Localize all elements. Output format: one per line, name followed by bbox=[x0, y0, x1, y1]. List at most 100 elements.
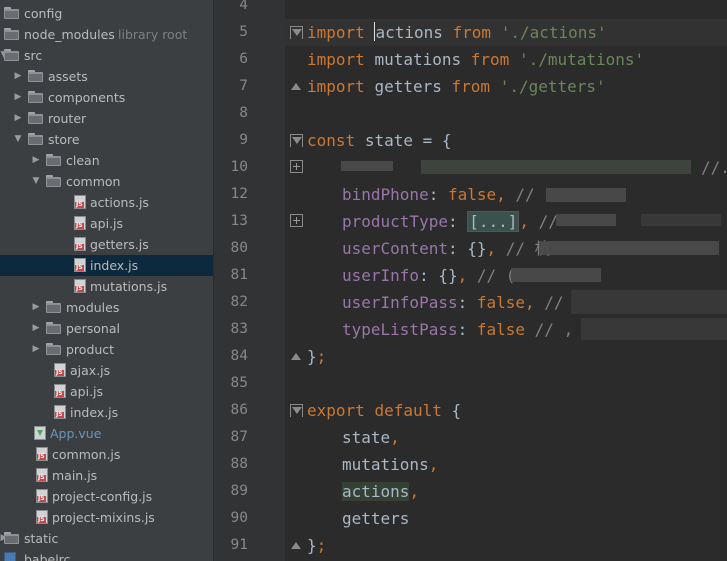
code-line-7[interactable]: import getters from './getters' bbox=[307, 73, 606, 100]
code-line-87[interactable]: state, bbox=[342, 424, 400, 451]
identifier: mutations bbox=[342, 455, 429, 474]
code-line-10[interactable]: //. bbox=[701, 154, 727, 181]
folder-icon bbox=[46, 322, 61, 334]
tree-item-product[interactable]: ▶ product bbox=[0, 339, 213, 360]
tree-item-static[interactable]: ▶static bbox=[0, 528, 213, 549]
code-line-9[interactable]: const state = { bbox=[307, 127, 452, 154]
tree-item-label: index.js bbox=[90, 258, 139, 273]
code-line-5[interactable]: import actions from './actions' bbox=[307, 19, 607, 46]
chevron-right-icon[interactable]: ▶ bbox=[30, 318, 42, 339]
tree-item-app-vue[interactable]: App.vue bbox=[0, 423, 213, 444]
line-number: 80 bbox=[230, 240, 248, 256]
tree-item-label: ajax.js bbox=[70, 363, 111, 378]
line-number: 4 bbox=[239, 0, 248, 13]
punctuation: : bbox=[447, 239, 468, 258]
tree-item-label: main.js bbox=[52, 468, 98, 483]
tree-item-label: index.js bbox=[70, 405, 119, 420]
fold-marker-icon[interactable] bbox=[290, 350, 303, 363]
code-line-12[interactable]: bindPhone: false, // bbox=[342, 181, 535, 208]
tree-item-label: personal bbox=[66, 321, 120, 336]
expand-fold-icon[interactable] bbox=[290, 214, 303, 227]
keyword: from bbox=[470, 50, 510, 69]
chevron-right-icon[interactable]: ▶ bbox=[12, 66, 24, 87]
js-file-icon bbox=[74, 279, 86, 293]
tree-item-config[interactable]: config bbox=[0, 3, 213, 24]
folder-icon bbox=[46, 301, 61, 313]
redacted-text bbox=[571, 290, 727, 314]
tree-item-project-config-js[interactable]: project-config.js bbox=[0, 486, 213, 507]
tree-item-clean[interactable]: ▶ clean bbox=[0, 150, 213, 171]
keyword: from bbox=[451, 77, 491, 96]
tree-item-ajax-js[interactable]: ajax.js bbox=[0, 360, 213, 381]
punctuation: ; bbox=[316, 347, 327, 366]
tree-item-api-js[interactable]: api.js bbox=[0, 213, 213, 234]
fold-marker-icon[interactable] bbox=[290, 80, 303, 93]
tree-item-common[interactable]: ▼ common bbox=[0, 171, 213, 192]
tree-item-index-js[interactable]: index.js bbox=[0, 255, 213, 276]
tree-item--babelrc[interactable]: .babelrc bbox=[0, 549, 213, 561]
tree-item-label: components bbox=[48, 90, 126, 105]
code-editor[interactable]: import actions from './actions' import m… bbox=[281, 0, 727, 561]
chevron-down-icon[interactable]: ▼ bbox=[30, 171, 42, 192]
tree-item-label: App.vue bbox=[50, 426, 102, 441]
code-line-81[interactable]: userInfo: {}, // ( bbox=[342, 262, 515, 289]
line-number: 8 bbox=[239, 105, 248, 121]
tree-item-personal[interactable]: ▶ personal bbox=[0, 318, 213, 339]
chevron-right-icon[interactable]: ▶ bbox=[12, 108, 24, 129]
js-file-icon bbox=[74, 216, 86, 230]
folder-icon bbox=[4, 7, 19, 19]
chevron-right-icon[interactable]: ▶ bbox=[12, 87, 24, 108]
punctuation: , bbox=[486, 239, 506, 258]
tree-item-components[interactable]: ▶ components bbox=[0, 87, 213, 108]
punctuation bbox=[525, 320, 535, 339]
tree-item-project-mixins-js[interactable]: project-mixins.js bbox=[0, 507, 213, 528]
chevron-right-icon[interactable]: ▶ bbox=[30, 297, 42, 318]
redacted-text bbox=[539, 241, 719, 255]
chevron-right-icon[interactable]: ▶ bbox=[30, 150, 42, 171]
tree-item-modules[interactable]: ▶ modules bbox=[0, 297, 213, 318]
expand-fold-icon[interactable] bbox=[290, 160, 303, 173]
fold-marker-icon[interactable] bbox=[290, 26, 303, 39]
tree-item-getters-js[interactable]: getters.js bbox=[0, 234, 213, 255]
fold-marker-icon[interactable] bbox=[290, 404, 303, 417]
tree-item-label: product bbox=[66, 342, 115, 357]
code-line-80[interactable]: userContent: {}, // 杭 bbox=[342, 235, 551, 262]
code-line-6[interactable]: import mutations from './mutations' bbox=[307, 46, 644, 73]
tree-item-store[interactable]: ▼ store bbox=[0, 129, 213, 150]
tree-item-api-js[interactable]: api.js bbox=[0, 381, 213, 402]
code-line-89[interactable]: actions, bbox=[342, 478, 419, 505]
fold-marker-icon[interactable] bbox=[290, 134, 303, 147]
collapsed-region[interactable]: [...] bbox=[467, 211, 520, 232]
object-literal: {} bbox=[467, 239, 487, 258]
chevron-down-icon[interactable]: ▼ bbox=[12, 129, 24, 150]
code-line-82[interactable]: userInfoPass: false, // bbox=[342, 289, 564, 316]
code-line-13[interactable]: productType: [...], // bbox=[342, 208, 558, 235]
js-file-icon bbox=[36, 468, 48, 482]
tree-item-main-js[interactable]: main.js bbox=[0, 465, 213, 486]
tree-item-src[interactable]: ▼src bbox=[0, 45, 213, 66]
code-line-91[interactable]: }; bbox=[307, 532, 326, 559]
tree-item-mutations-js[interactable]: mutations.js bbox=[0, 276, 213, 297]
folder-icon bbox=[28, 70, 43, 82]
folder-icon bbox=[28, 112, 43, 124]
code-line-90[interactable]: getters bbox=[342, 505, 409, 532]
project-tree-panel: confignode_moduleslibrary root▼src▶asset… bbox=[0, 0, 213, 561]
tree-item-router[interactable]: ▶ router bbox=[0, 108, 213, 129]
punctuation: , bbox=[519, 212, 539, 231]
property-name: bindPhone bbox=[342, 185, 429, 204]
code-line-86[interactable]: export default { bbox=[307, 397, 461, 424]
line-number: 82 bbox=[230, 294, 248, 310]
chevron-right-icon[interactable]: ▶ bbox=[30, 339, 42, 360]
code-line-84[interactable]: }; bbox=[307, 343, 326, 370]
tree-item-common-js[interactable]: common.js bbox=[0, 444, 213, 465]
js-file-icon bbox=[54, 405, 66, 419]
tree-item-assets[interactable]: ▶ assets bbox=[0, 66, 213, 87]
code-line-83[interactable]: typeListPass: false // , bbox=[342, 316, 573, 343]
tree-item-index-js[interactable]: index.js bbox=[0, 402, 213, 423]
tree-item-actions-js[interactable]: actions.js bbox=[0, 192, 213, 213]
tree-item-node-modules[interactable]: node_modules library root bbox=[0, 24, 213, 45]
fold-marker-icon[interactable] bbox=[290, 539, 303, 552]
code-line-88[interactable]: mutations, bbox=[342, 451, 438, 478]
line-number: 9 bbox=[239, 132, 248, 148]
folder-icon bbox=[4, 28, 19, 40]
